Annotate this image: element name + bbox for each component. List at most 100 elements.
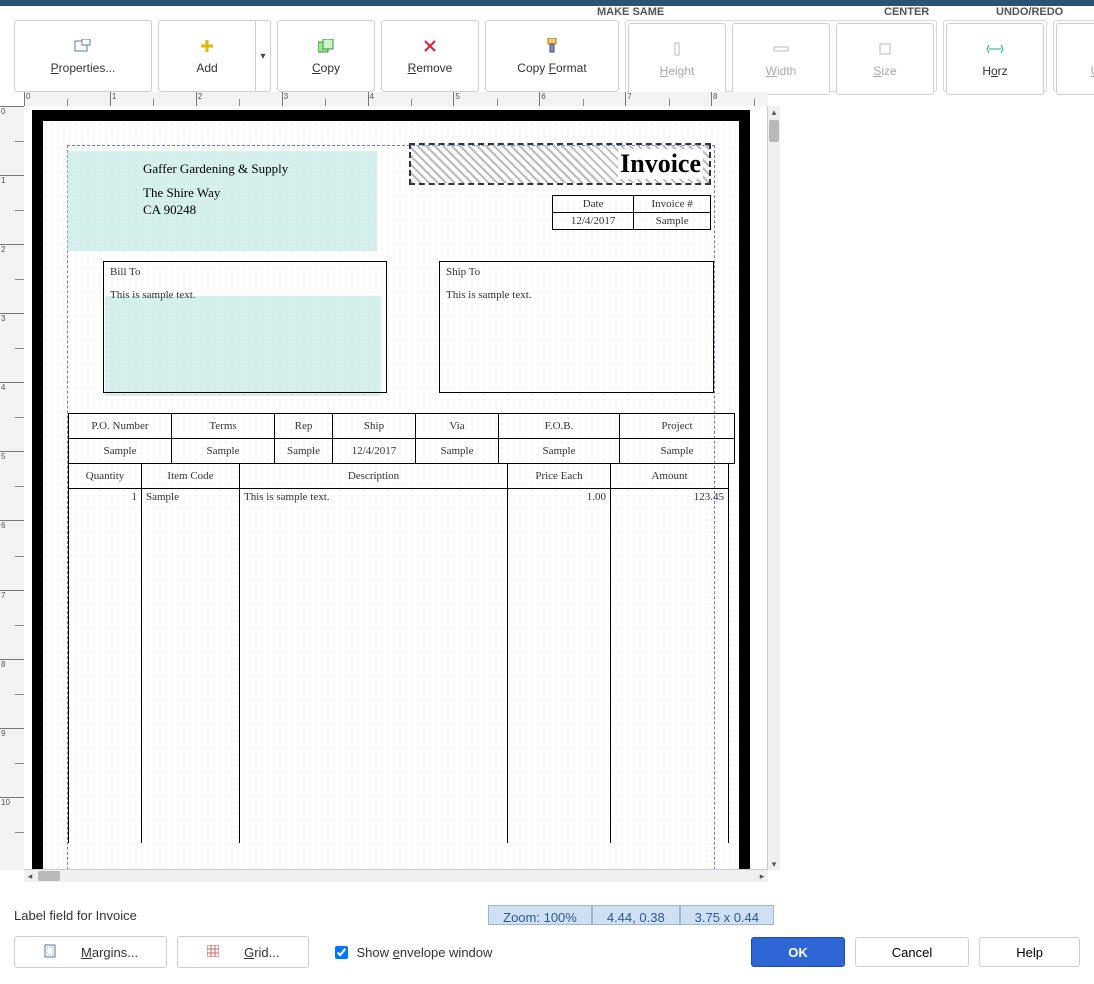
meta-value: Sample (499, 439, 620, 464)
vertical-scrollbar[interactable]: ▴ ▾ (767, 106, 780, 870)
copy-button[interactable]: Copy (277, 20, 375, 92)
height-icon (671, 40, 683, 58)
size-button: Size (836, 23, 934, 95)
item-header: Price Each (508, 464, 611, 489)
group-label-undoredo: UNDO/REDO (996, 6, 1063, 18)
meta-value: Sample (69, 439, 172, 464)
paper[interactable]: Gaffer Gardening & Supply The Shire Way … (32, 110, 750, 870)
status-bar: Label field for Invoice Zoom: 100% 4.44,… (14, 902, 774, 928)
add-label: Add (196, 61, 217, 75)
scroll-right-icon[interactable]: ▸ (756, 870, 768, 882)
dimension-indicator: 3.75 x 0.44 (680, 905, 774, 925)
company-name: Gaffer Gardening & Supply (143, 161, 288, 177)
meta-header: F.O.B. (499, 414, 620, 439)
center-horz-icon (986, 40, 1004, 58)
show-envelope-input[interactable] (335, 946, 348, 959)
item-cell: 123.45 (611, 489, 729, 844)
group-label-makesame: MAKE SAME (597, 6, 884, 18)
meta-value: Sample (620, 439, 735, 464)
design-canvas[interactable]: Gaffer Gardening & Supply The Shire Way … (24, 106, 768, 870)
meta-header: P.O. Number (69, 414, 172, 439)
grid-icon (206, 945, 220, 960)
horizontal-scrollbar[interactable]: ◂ ▸ (24, 869, 768, 882)
company-addr2: CA 90248 (143, 202, 288, 218)
item-header: Amount (611, 464, 729, 489)
meta-value: 12/4/2017 (333, 439, 416, 464)
item-cell: 1 (69, 489, 142, 844)
horz-button[interactable]: Horz (946, 23, 1044, 95)
item-cell: Sample (142, 489, 240, 844)
meta-table[interactable]: P.O. NumberTermsRepShipViaF.O.B.ProjectS… (68, 413, 735, 464)
hscroll-thumb[interactable] (38, 871, 60, 881)
bill-to-label: Bill To (110, 266, 141, 278)
meta-header: Project (620, 414, 735, 439)
meta-value: Sample (172, 439, 275, 464)
remove-label: Remove (408, 61, 453, 75)
bill-to-box[interactable]: Bill To This is sample text. (103, 261, 387, 393)
meta-value: Sample (275, 439, 333, 464)
ship-to-box[interactable]: Ship To This is sample text. (439, 261, 714, 393)
copy-icon (318, 37, 334, 55)
properties-button[interactable]: Properties... (14, 20, 152, 92)
label-date: Date (553, 196, 634, 213)
item-cell: 1.00 (508, 489, 611, 844)
scroll-down-icon[interactable]: ▾ (768, 858, 780, 870)
selection-name: Label field for Invoice (14, 908, 488, 923)
label-invoice-num: Invoice # (634, 196, 711, 213)
copy-format-button[interactable]: Copy Format (485, 20, 619, 92)
size-label: Size (873, 64, 896, 78)
meta-header: Rep (275, 414, 333, 439)
items-table[interactable]: QuantityItem CodeDescriptionPrice EachAm… (68, 463, 729, 843)
invoice-title-text: Invoice (618, 149, 703, 179)
margins-label: Margins... (81, 945, 138, 960)
properties-icon (74, 37, 92, 55)
margins-button[interactable]: Margins... (14, 936, 167, 968)
item-header: Item Code (142, 464, 240, 489)
size-icon (878, 40, 892, 58)
group-label-center: CENTER (884, 6, 996, 18)
add-icon (200, 37, 214, 55)
date-invoicenum-table[interactable]: DateInvoice # 12/4/2017Sample (552, 195, 711, 230)
ship-to-content: This is sample text. (446, 288, 707, 301)
make-same-group: Height Width Size (625, 20, 937, 92)
invoice-title-field[interactable]: Invoice (409, 143, 711, 185)
remove-button[interactable]: Remove (381, 20, 479, 92)
meta-value: Sample (416, 439, 499, 464)
ruler-horizontal: 012345678 (24, 92, 768, 107)
company-addr1: The Shire Way (143, 185, 288, 201)
remove-icon (423, 37, 437, 55)
undoredo-group: Undo (1053, 20, 1094, 92)
item-header: Description (240, 464, 508, 489)
height-label: Height (660, 64, 695, 78)
zoom-indicator[interactable]: Zoom: 100% (488, 905, 592, 925)
width-button: Width (732, 23, 830, 95)
width-icon (773, 40, 789, 58)
add-button[interactable]: Add (158, 20, 256, 92)
position-indicator: 4.44, 0.38 (592, 905, 680, 925)
bill-to-content: This is sample text. (110, 288, 380, 301)
vscroll-thumb[interactable] (769, 120, 779, 142)
show-envelope-checkbox[interactable]: Show envelope window (331, 943, 493, 962)
item-cell: This is sample text. (240, 489, 508, 844)
margins-icon (43, 944, 57, 961)
properties-label: Properties... (51, 61, 116, 75)
grid-label: Grid... (244, 945, 279, 960)
scroll-left-icon[interactable]: ◂ (24, 870, 36, 882)
copy-format-label: Copy Format (517, 61, 586, 75)
value-invoice-num: Sample (634, 213, 711, 230)
undo-label: Undo (1091, 64, 1094, 78)
cancel-button[interactable]: Cancel (855, 937, 969, 967)
meta-header: Ship (333, 414, 416, 439)
height-button: Height (628, 23, 726, 95)
scroll-up-icon[interactable]: ▴ (768, 106, 780, 118)
add-dropdown[interactable]: ▾ (256, 20, 271, 92)
help-button[interactable]: Help (979, 937, 1080, 967)
ok-button[interactable]: OK (751, 937, 845, 967)
company-address-block[interactable]: Gaffer Gardening & Supply The Shire Way … (143, 161, 288, 218)
ruler-vertical: 012345678910 (0, 106, 25, 870)
paint-icon (545, 37, 559, 55)
grid-button[interactable]: Grid... (177, 936, 308, 968)
center-group: Horz (943, 20, 1047, 92)
undo-button: Undo (1056, 23, 1094, 95)
value-date: 12/4/2017 (553, 213, 634, 230)
